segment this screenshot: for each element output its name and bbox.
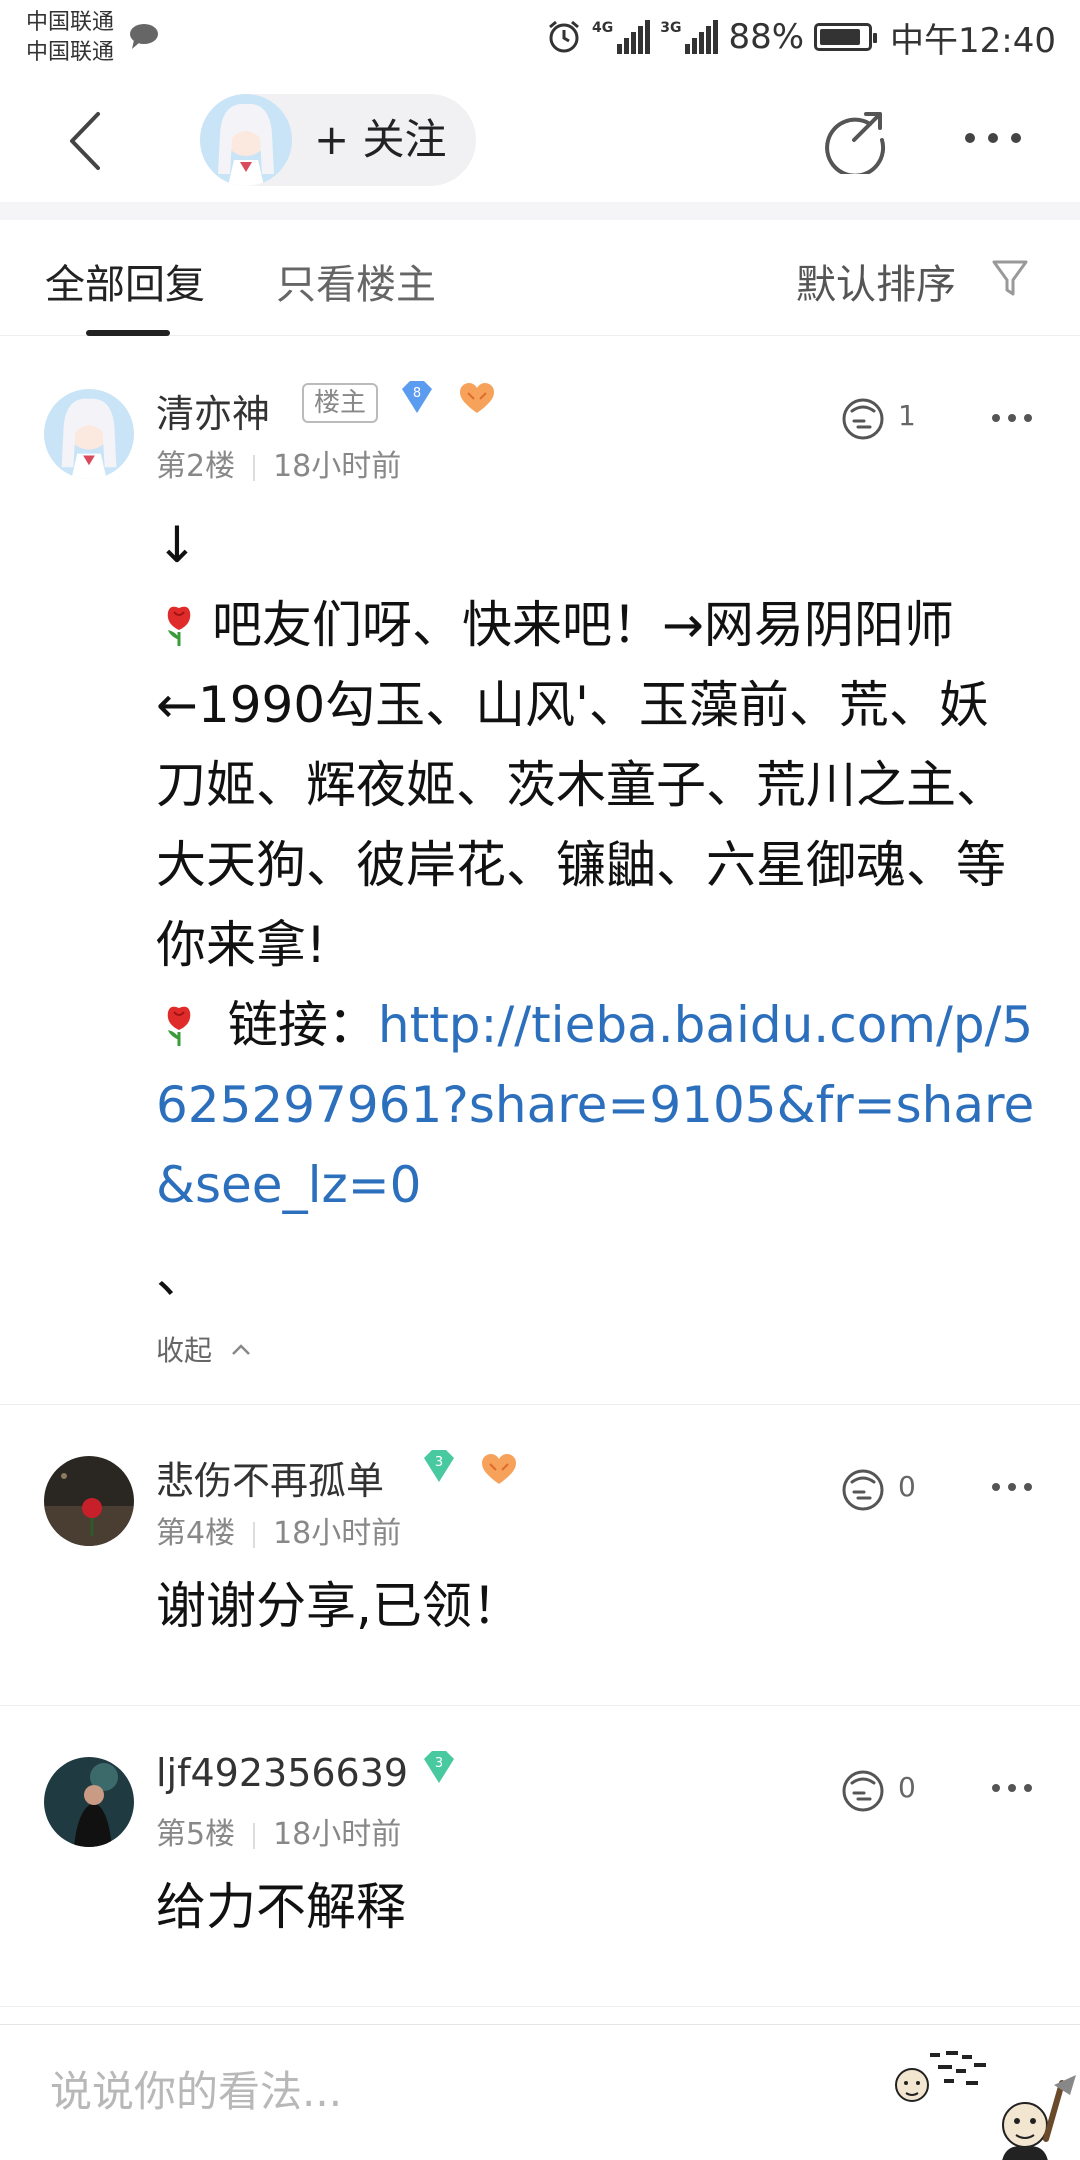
section-divider (0, 202, 1080, 220)
network-2-label: 3G (660, 20, 682, 36)
battery-icon (814, 23, 878, 51)
rose-icon (167, 606, 191, 646)
floor-number: 第2楼 (156, 449, 236, 484)
post-content: ↓ 吧友们呀、快来吧！→网易阴阳师←1990勾玉、山风'、玉藻前、荒、妖刀姬、辉… (156, 505, 1036, 1315)
battery-percent: 88% (728, 17, 805, 57)
content-main-text: 吧友们呀、快来吧！→网易阴阳师←1990勾玉、山风'、玉藻前、荒、妖刀姬、辉夜姬… (156, 596, 1006, 974)
like-button[interactable]: 1 (838, 393, 938, 443)
avatar[interactable] (44, 389, 134, 479)
tab-all-replies[interactable]: 全部回复 (45, 252, 205, 310)
member-heart-icon (482, 1454, 516, 1484)
reply-bar (0, 2024, 1080, 2160)
follow-button[interactable]: + 关注 (200, 94, 476, 186)
member-heart-icon (460, 383, 494, 413)
like-button[interactable]: 0 (838, 1464, 938, 1514)
signal-4g-icon: 4G (591, 20, 651, 54)
reply-post-3: ljf492356639 3 第5楼 18小时前 0 给力不解释 (0, 1707, 1080, 2007)
more-options-icon[interactable] (960, 118, 1026, 158)
back-button[interactable] (50, 106, 120, 176)
reply-input[interactable] (50, 2061, 750, 2121)
post-content: 谢谢分享,已领！ (156, 1577, 522, 1635)
thread-author-avatar[interactable] (200, 94, 292, 186)
reply-filter-tabs: 全部回复 只看楼主 默认排序 (0, 220, 1080, 336)
content-trail: 、 (156, 1246, 206, 1304)
username[interactable]: 清亦神 (156, 383, 270, 438)
like-count: 0 (898, 1470, 916, 1503)
reply-post-2: 悲伤不再孤单 3 第4楼 18小时前 0 谢谢分享,已领！ (0, 1406, 1080, 1706)
level-badge-icon: 3 (424, 1751, 454, 1783)
post-time: 18小时前 (273, 449, 402, 484)
like-icon (842, 1770, 884, 1812)
thread-owner-badge: 楼主 (302, 383, 379, 423)
tab-only-thread-owner[interactable]: 只看楼主 (276, 252, 436, 310)
status-icons: 4G 3G 88% 中午12:40 (536, 12, 1056, 62)
like-icon (842, 1469, 884, 1511)
network-1-label: 4G (591, 20, 614, 36)
level-number: 8 (413, 386, 421, 401)
filter-icon[interactable] (990, 256, 1030, 300)
post-more-icon[interactable] (990, 1781, 1034, 1795)
reply-post-1: 清亦神 楼主 8 第2楼 18小时前 1 ↓ 吧友们呀、快来吧！→网易阴阳师←1… (0, 337, 1080, 1405)
level-badge-icon: 3 (424, 1450, 454, 1482)
like-count: 1 (898, 399, 916, 432)
message-notification-icon (130, 24, 158, 49)
post-more-icon[interactable] (990, 1480, 1034, 1494)
like-button[interactable]: 0 (838, 1765, 938, 1815)
avatar[interactable] (44, 1456, 134, 1546)
username[interactable]: ljf492356639 (156, 1751, 408, 1795)
avatar[interactable] (44, 1757, 134, 1847)
tieba-thread-page: 中国联通 中国联通 4G 3G 88% 中午12:40 + 关注 全部回复 只看… (0, 0, 1080, 2160)
post-time: 18小时前 (273, 1817, 402, 1852)
content-arrow: ↓ (156, 516, 198, 574)
status-bar: 中国联通 中国联通 4G 3G 88% 中午12:40 (0, 0, 1080, 78)
top-nav-bar: + 关注 (0, 78, 1080, 202)
floor-number: 第4楼 (156, 1516, 236, 1551)
sort-selector[interactable]: 默认排序 (796, 252, 956, 310)
follow-label: + 关注 (314, 115, 447, 164)
content-text: 吧友们呀、快来吧！→网易阴阳师←1990勾玉、山风'、玉藻前、荒、妖刀姬、辉夜姬… (156, 585, 1036, 985)
carrier-2: 中国联通 (26, 40, 115, 65)
level-number: 3 (435, 1455, 443, 1470)
rose-icon (167, 1006, 191, 1046)
content-link-line: 链接：http://tieba.baidu.com/p/5625297961?s… (156, 985, 1036, 1225)
like-icon (842, 398, 884, 440)
username[interactable]: 悲伤不再孤单 (156, 1450, 384, 1505)
sticker-emoji-icon[interactable] (890, 2043, 1080, 2160)
post-meta: 第2楼 18小时前 (156, 441, 401, 485)
carrier-1: 中国联通 (26, 10, 115, 35)
floor-number: 第5楼 (156, 1817, 236, 1852)
post-time: 18小时前 (273, 1516, 402, 1551)
post-meta: 第4楼 18小时前 (156, 1508, 401, 1552)
link-label: 链接： (212, 996, 378, 1054)
signal-3g-icon: 3G (660, 20, 719, 54)
post-content: 给力不解释 (156, 1878, 406, 1936)
carrier-info: 中国联通 中国联通 (26, 8, 114, 68)
level-badge-icon: 8 (402, 381, 432, 413)
share-icon[interactable] (820, 104, 890, 174)
post-more-icon[interactable] (990, 411, 1034, 425)
alarm-icon (549, 20, 579, 53)
collapse-label: 收起 (156, 1334, 213, 1367)
active-tab-indicator (86, 330, 170, 336)
level-number: 3 (435, 1756, 443, 1771)
chevron-up-icon (232, 1344, 250, 1355)
post-meta: 第5楼 18小时前 (156, 1809, 401, 1853)
clock: 中午12:40 (890, 20, 1056, 61)
collapse-button[interactable]: 收起 (156, 1329, 253, 1369)
like-count: 0 (898, 1771, 916, 1804)
